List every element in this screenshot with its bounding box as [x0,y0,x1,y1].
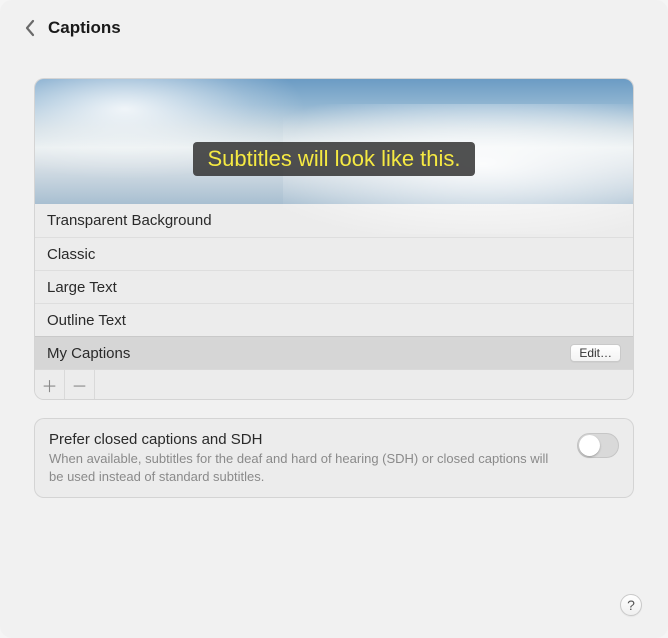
preview-card: Subtitles will look like this. Transpare… [34,78,634,400]
prefer-sdh-card: Prefer closed captions and SDH When avai… [34,418,634,498]
style-row-label: Large Text [47,279,117,296]
add-style-button[interactable]: ＋ [35,370,65,399]
content: Subtitles will look like this. Transpare… [0,50,668,510]
add-remove-bar: ＋ － [35,369,633,399]
chevron-left-icon [24,19,36,37]
prefer-sdh-title: Prefer closed captions and SDH [49,431,565,448]
style-row[interactable]: My Captions Edit… [35,336,633,369]
style-row-label: Outline Text [47,312,126,329]
help-button[interactable]: ? [620,594,642,616]
toggle-knob [579,435,600,456]
subtitle-sample: Subtitles will look like this. [193,142,474,176]
style-row-label: Transparent Background [47,212,212,229]
prefer-sdh-toggle[interactable] [577,433,619,458]
style-row[interactable]: Classic [35,237,633,270]
edit-style-button[interactable]: Edit… [570,344,621,362]
prefer-sdh-description: When available, subtitles for the deaf a… [49,450,565,485]
style-row[interactable]: Outline Text [35,303,633,336]
captions-panel: Captions Subtitles will look like this. … [0,0,668,638]
prefer-sdh-text: Prefer closed captions and SDH When avai… [49,431,565,485]
header: Captions [0,0,668,50]
style-row-label: My Captions [47,345,130,362]
remove-style-button[interactable]: － [65,370,95,399]
back-button[interactable] [24,19,36,37]
style-row-label: Classic [47,246,95,263]
page-title: Captions [48,18,121,38]
preview-area: Subtitles will look like this. [35,79,633,204]
style-row[interactable]: Large Text [35,270,633,303]
